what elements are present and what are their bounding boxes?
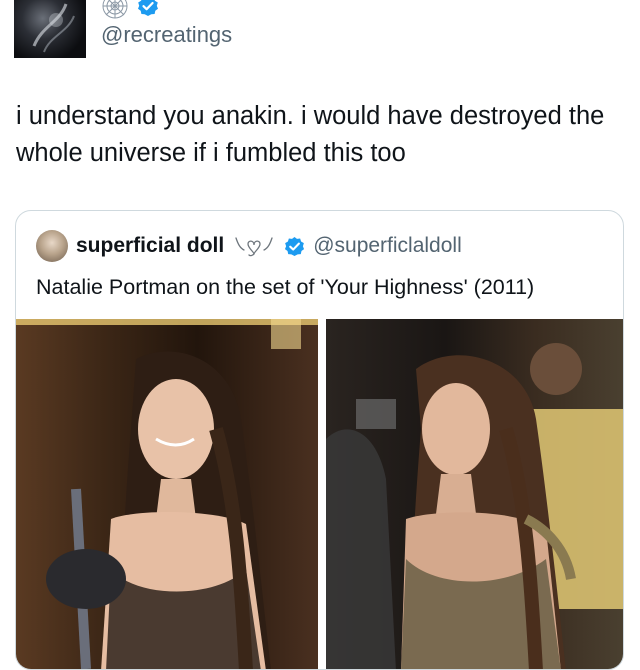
author-name-row — [101, 0, 159, 20]
verified-badge-icon — [284, 236, 305, 257]
author-handle[interactable]: @recreatings — [101, 22, 232, 48]
avatar-image-icon — [32, 3, 75, 53]
photo-portrait-profile-icon — [326, 343, 623, 669]
quoted-avatar[interactable] — [36, 230, 68, 262]
quoted-tweet-card[interactable]: superficial doll @superficlaldoll Natali… — [15, 210, 624, 670]
quoted-tweet-text: Natalie Portman on the set of 'Your High… — [36, 275, 535, 299]
tweet-text: i understand you anakin. i would have de… — [16, 102, 605, 167]
quoted-author-name[interactable]: superficial doll — [76, 234, 224, 258]
photo-portrait-smiling-icon — [16, 319, 318, 669]
author-avatar[interactable] — [14, 0, 86, 58]
quoted-photo-2[interactable] — [326, 319, 623, 669]
quoted-author-handle[interactable]: @superficlaldoll — [313, 234, 462, 258]
cobweb-icon — [101, 0, 129, 20]
quoted-photo-1[interactable] — [16, 319, 318, 669]
ribbon-heart-icon — [232, 234, 276, 258]
verified-badge-icon — [137, 0, 159, 17]
quoted-header: superficial doll @superficlaldoll — [36, 230, 462, 262]
